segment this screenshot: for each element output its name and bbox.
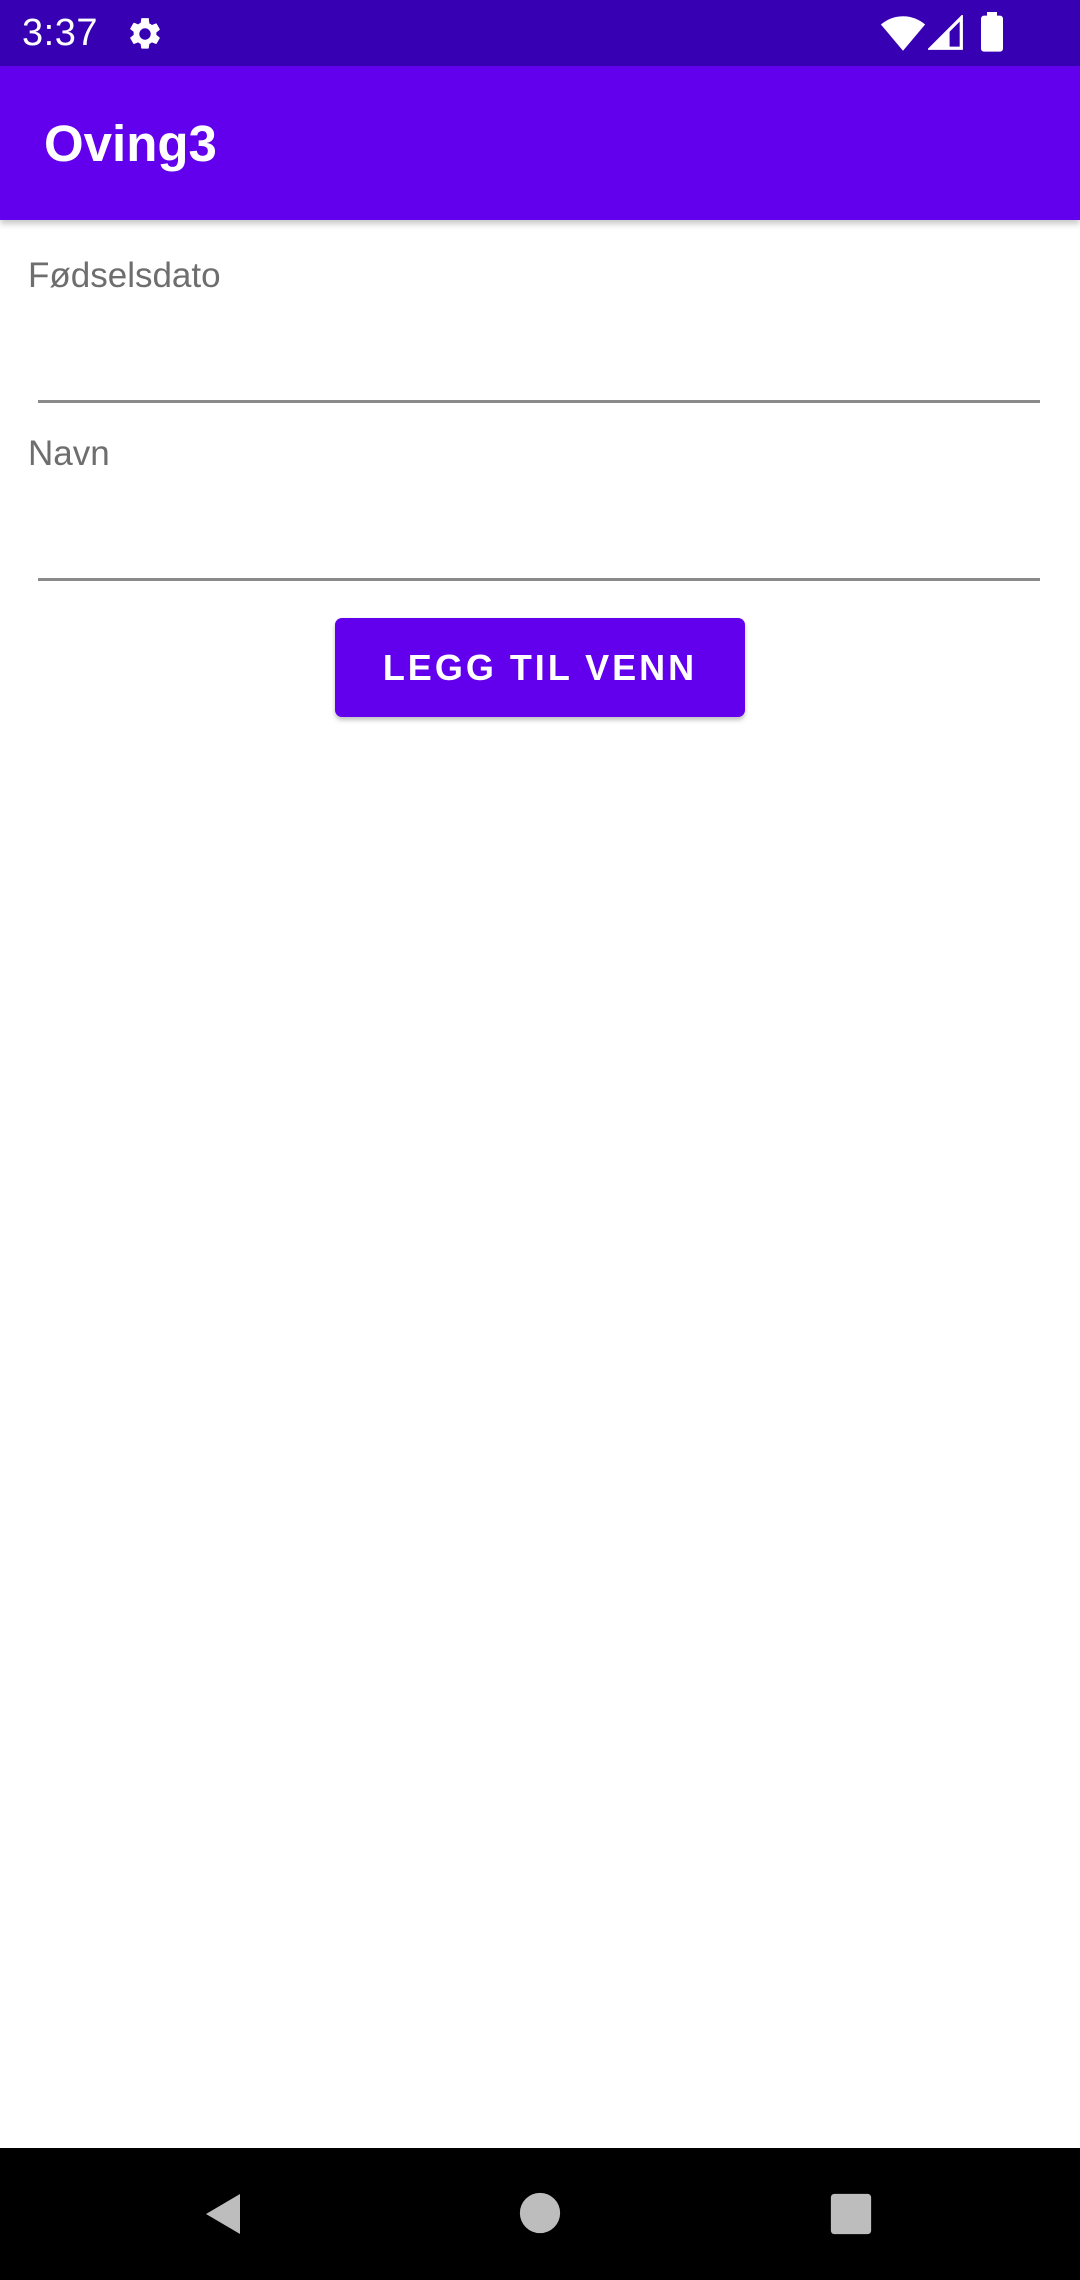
recents-icon[interactable] [830,2193,872,2235]
wifi-icon [880,16,926,51]
birthdate-label: Fødselsdato [28,256,221,295]
back-icon[interactable] [200,2190,248,2238]
battery-icon [981,12,1003,52]
navigation-bar [0,2148,1080,2280]
app-bar: Oving3 [0,66,1080,220]
signal-icon [928,15,963,50]
home-icon[interactable] [519,2192,561,2234]
status-time: 3:37 [22,12,98,54]
name-label: Navn [28,434,110,473]
status-bar: 3:37 [0,0,1080,66]
name-input[interactable] [38,508,1040,581]
gear-icon [130,18,160,49]
app-title: Oving3 [44,115,217,172]
add-friend-button[interactable]: LEGG TIL VENN [335,618,745,717]
birthdate-input[interactable] [38,330,1040,403]
